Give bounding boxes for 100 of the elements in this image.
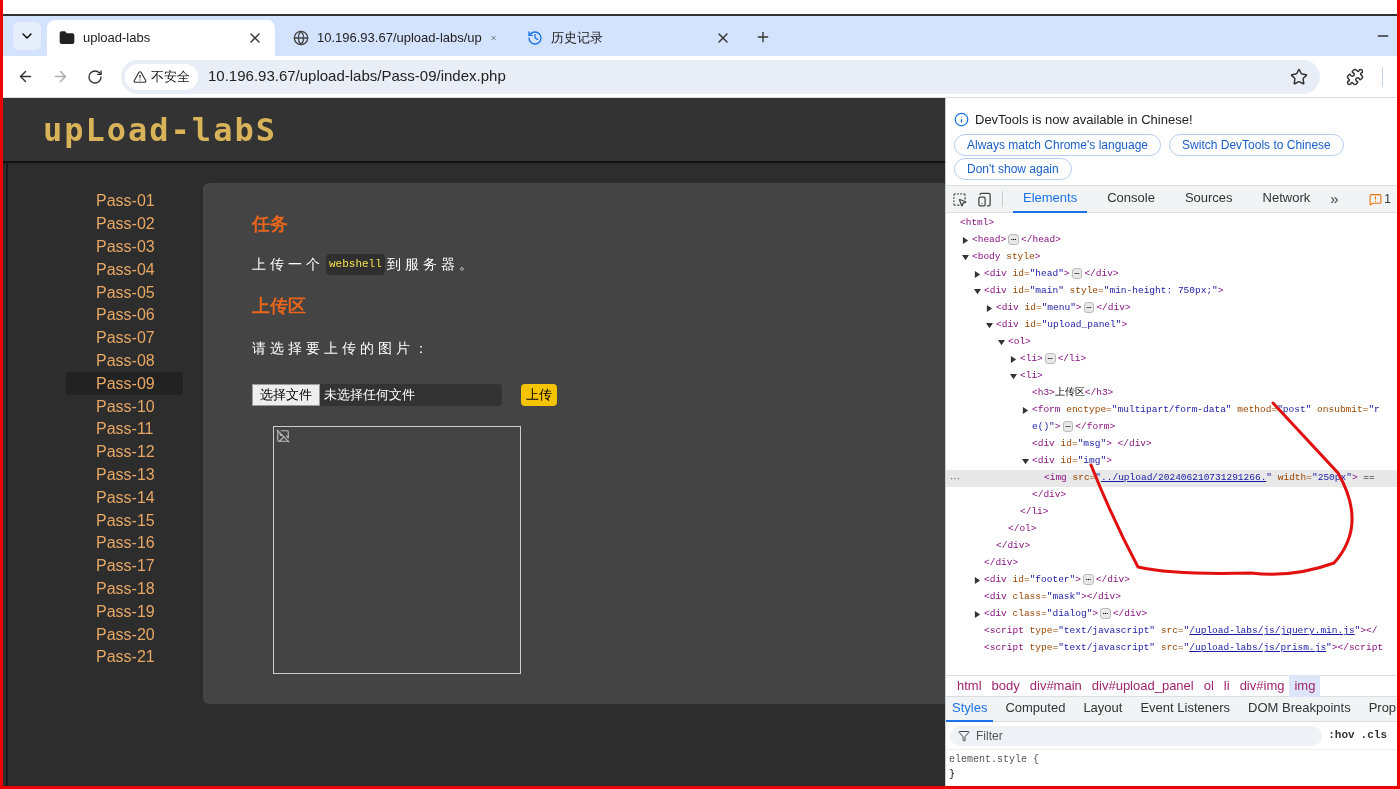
browser-tab[interactable]: 历史记录 xyxy=(515,20,743,56)
site-logo[interactable]: upLoad-labS xyxy=(43,105,277,154)
breadcrumb-item[interactable]: img xyxy=(1289,675,1321,697)
dom-node-line[interactable]: <div id="menu"> ⋯ </div> xyxy=(996,301,1131,316)
collapsed-triangle-icon[interactable] xyxy=(1010,356,1017,363)
expanded-triangle-icon[interactable] xyxy=(974,288,981,295)
dom-node-line[interactable]: <li> ⋯ </li> xyxy=(1020,352,1087,367)
row-menu-dots[interactable]: ··· xyxy=(950,471,960,486)
dom-node-line[interactable]: <div id="msg"> </div> xyxy=(1032,437,1152,452)
pass-menu-item[interactable]: Pass-10 xyxy=(66,395,183,418)
dom-node-line[interactable]: <div class="dialog"> ⋯ </div> xyxy=(984,607,1148,622)
tab-title: upload-labs xyxy=(83,29,152,48)
pass-menu-item[interactable]: Pass-04 xyxy=(66,258,183,282)
devtools-tab[interactable]: Network xyxy=(1252,185,1321,213)
broken-image-icon xyxy=(276,429,290,443)
styles-pane-tab[interactable]: Styles xyxy=(946,696,994,722)
dom-node-line[interactable]: <div class="mask"></div> xyxy=(984,590,1121,605)
breadcrumb-item[interactable]: ol xyxy=(1198,675,1219,697)
address-bar[interactable]: 不安全 10.196.93.67/upload-labs/Pass-09/index.php xyxy=(121,59,1320,94)
dom-closing-tag: </div> xyxy=(984,556,1019,571)
pass-menu-item[interactable]: Pass-06 xyxy=(66,304,183,327)
collapsed-triangle-icon[interactable] xyxy=(974,611,981,618)
collapsed-triangle-icon[interactable] xyxy=(1022,407,1029,414)
style-rule-close: } xyxy=(949,768,956,782)
hover-state-toggle[interactable]: :hov xyxy=(1328,727,1355,744)
pass-menu-item[interactable]: Pass-21 xyxy=(66,645,183,669)
pass-menu-item[interactable]: Pass-14 xyxy=(66,486,183,510)
upload-prompt: 请选择要上传的图片： xyxy=(252,339,433,358)
pass-menu-item[interactable]: Pass-07 xyxy=(66,326,183,350)
file-input[interactable]: 选择文件 未选择任何文件 xyxy=(252,384,502,406)
pass-menu-item[interactable]: Pass-09 xyxy=(66,372,183,396)
collapsed-triangle-icon[interactable] xyxy=(974,271,981,278)
pass-menu-item[interactable]: Pass-03 xyxy=(66,235,183,259)
pass-menu-item[interactable]: Pass-12 xyxy=(66,440,183,464)
dom-node-line[interactable]: <div id="head"> ⋯ </div> xyxy=(984,267,1119,282)
browser-tab[interactable]: 10.196.93.67/upload-labs/up xyxy=(281,20,509,56)
devtools-tab[interactable]: Elements xyxy=(1013,185,1088,213)
back-icon[interactable] xyxy=(17,68,34,85)
dom-node-line[interactable]: <body style> xyxy=(972,250,1041,265)
dom-node-line[interactable]: <h3>上传区</h3> xyxy=(1032,386,1114,401)
dom-node-line[interactable]: <html> xyxy=(960,216,995,231)
pass-menu-item[interactable]: Pass-20 xyxy=(66,623,183,646)
dom-node-line[interactable]: <div id="upload_panel"> xyxy=(996,318,1128,333)
styles-pane-tab[interactable]: Event Listeners xyxy=(1134,696,1237,722)
expanded-triangle-icon[interactable] xyxy=(998,339,1005,346)
tab-list-button[interactable] xyxy=(13,22,41,50)
pass-menu-item[interactable]: Pass-15 xyxy=(66,509,183,532)
star-icon[interactable] xyxy=(1290,67,1308,86)
pass-menu-item[interactable]: Pass-18 xyxy=(66,577,183,601)
pass-menu-item[interactable]: Pass-13 xyxy=(66,463,183,487)
dom-node-line[interactable]: <script type="text/javascript" src="/upload-labs/js/jquery.min.js"></ xyxy=(984,624,1378,639)
upload-button[interactable]: 上传 xyxy=(521,384,557,406)
devtools-tab[interactable]: Sources xyxy=(1174,185,1243,213)
breadcrumb-item[interactable]: body xyxy=(986,675,1025,697)
pass-menu-item[interactable]: Pass-11 xyxy=(66,417,183,441)
collapsed-triangle-icon[interactable] xyxy=(962,237,969,244)
dom-node-line[interactable]: <div id="img"> xyxy=(1032,454,1112,469)
styles-pane-tab[interactable]: Layout xyxy=(1077,696,1129,722)
dom-node-line[interactable]: <div id="footer"> ⋯ </div> xyxy=(984,573,1130,588)
expanded-triangle-icon[interactable] xyxy=(962,254,969,261)
breadcrumb-item[interactable]: div#upload_panel xyxy=(1086,675,1199,697)
expanded-triangle-icon[interactable] xyxy=(1010,373,1017,380)
new-tab-icon[interactable] xyxy=(755,29,771,45)
device-icon[interactable] xyxy=(977,191,992,207)
pass-menu-item[interactable]: Pass-05 xyxy=(66,281,183,304)
pass-menu-item[interactable]: Pass-02 xyxy=(66,212,183,236)
styles-pane-tab[interactable]: DOM Breakpoints xyxy=(1242,696,1357,722)
more-tabs-button[interactable]: » xyxy=(1330,187,1339,211)
dom-node-line[interactable]: <ol> xyxy=(1008,335,1031,350)
dom-node-line[interactable]: <div id="main" style="min-height: 750px;"> xyxy=(984,284,1224,299)
expanded-triangle-icon[interactable] xyxy=(986,322,993,329)
pass-menu-item[interactable]: Pass-01 xyxy=(66,190,183,213)
collapsed-triangle-icon[interactable] xyxy=(986,305,993,312)
dom-node-line[interactable]: e()"> ⋯ </form> xyxy=(1032,420,1116,435)
collapsed-triangle-icon[interactable] xyxy=(974,577,981,584)
class-toggle[interactable]: .cls xyxy=(1360,727,1387,744)
dom-node-line[interactable]: <head> ⋯ </head> xyxy=(972,233,1061,248)
pass-menu-item[interactable]: Pass-17 xyxy=(66,554,183,578)
dom-node-line[interactable]: <li> xyxy=(1020,369,1043,384)
extensions-icon[interactable] xyxy=(1346,67,1364,86)
tab-title: 历史记录 xyxy=(551,29,604,48)
reload-icon[interactable] xyxy=(87,68,103,85)
security-chip[interactable]: 不安全 xyxy=(125,63,198,90)
pass-menu-item[interactable]: Pass-19 xyxy=(66,600,183,624)
choose-file-button[interactable]: 选择文件 xyxy=(252,384,320,406)
pass-menu-item[interactable]: Pass-08 xyxy=(66,349,183,373)
filter-field[interactable]: Filter xyxy=(950,725,1323,746)
pass-menu-item[interactable]: Pass-16 xyxy=(66,531,183,555)
inspect-icon[interactable] xyxy=(952,191,967,207)
breadcrumb-item[interactable]: li xyxy=(1218,675,1235,697)
expanded-triangle-icon[interactable] xyxy=(1022,458,1029,465)
breadcrumb-item[interactable]: div#img xyxy=(1234,675,1290,697)
styles-pane-tab[interactable]: Computed xyxy=(999,696,1072,722)
issues-icon[interactable] xyxy=(1369,192,1383,206)
browser-tab[interactable]: upload-labs xyxy=(47,20,275,56)
styles-pane-tab[interactable]: Prop xyxy=(1362,696,1397,722)
breadcrumb-item[interactable]: div#main xyxy=(1024,675,1087,697)
dom-node-line[interactable]: <script type="text/javascript" src="/upload-labs/js/prism.js"></script xyxy=(984,641,1384,656)
breadcrumb-item[interactable]: html xyxy=(952,675,987,697)
devtools-tab[interactable]: Console xyxy=(1097,185,1165,213)
